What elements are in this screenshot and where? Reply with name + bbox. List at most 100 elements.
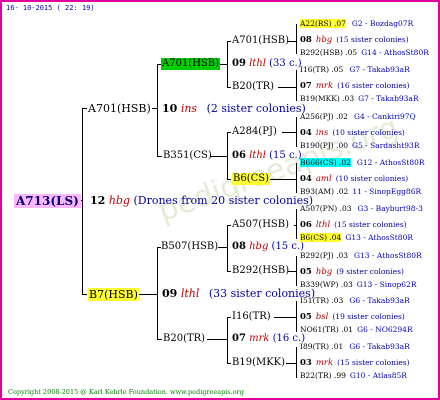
connector bbox=[227, 87, 231, 88]
gen4-drone-num: 05 bbox=[300, 312, 312, 322]
gen2-b-note: (15 c.) bbox=[269, 150, 302, 161]
gen3-queen[interactable]: B19(MKK) bbox=[232, 358, 285, 368]
gen3-queen[interactable]: B6(CS) bbox=[232, 173, 271, 185]
gen4-queen-code: G4 - Cankiri97Q bbox=[353, 112, 416, 121]
gen1-upper-queen[interactable]: A701(HSB) bbox=[88, 103, 151, 114]
gen4-queen-line[interactable]: B666(CS) .02 G12 - AthosSt80R bbox=[300, 158, 425, 167]
gen3-queen[interactable]: B20(TR) bbox=[232, 82, 274, 92]
gen4-queen[interactable]: A256(PJ) .02 bbox=[300, 112, 348, 121]
gen4-queen-line[interactable]: B292(PJ) .03 G13 - AthosSt80R bbox=[300, 252, 422, 260]
gen4-father-line[interactable]: B190(PJ) .00 G5 - Sardasht93R bbox=[300, 142, 419, 150]
gen4-father-line[interactable]: B22(TR) .99 G10 - Atlas85R bbox=[300, 372, 407, 380]
gen4-drone-line: 07 mrk (16 sister colonies) bbox=[300, 82, 410, 91]
connector bbox=[278, 87, 297, 88]
gen4-queen-code: G7 - Takab93aR bbox=[349, 65, 410, 74]
connector bbox=[296, 163, 297, 193]
gen3-queen[interactable]: A284(PJ) bbox=[232, 127, 277, 137]
gen4-queen-code: G2 - Bozdag07R bbox=[351, 19, 414, 28]
gen4-queen-line[interactable]: I16(TR) .05 G7 - Takab93aR bbox=[300, 66, 410, 74]
gen2-b-num: 06 bbox=[232, 150, 246, 161]
gen4-father-line[interactable]: B93(AM) .02 11 - SinopEgg86R bbox=[300, 188, 421, 196]
gen4-drone-line: 05 hbg (9 sister colonies) bbox=[300, 268, 404, 277]
gen1-lower-num: 09 bbox=[162, 287, 178, 300]
gen4-father[interactable]: B22(TR) .99 bbox=[300, 371, 346, 380]
gen4-father[interactable]: B292(HSB) .05 bbox=[300, 48, 357, 57]
gen1-lower-queen[interactable]: B7(HSB) bbox=[88, 288, 139, 301]
gen3-queen[interactable]: B292(HSB) bbox=[232, 266, 289, 276]
gen4-queen[interactable]: A507(PN) .03 bbox=[300, 204, 352, 213]
gen2-d-queen[interactable]: B20(TR) bbox=[163, 334, 205, 344]
connector bbox=[288, 271, 297, 272]
root-drone-info: 12 hbg (Drones from 20 sister colonies) bbox=[90, 195, 313, 206]
gen4-drone-line: 05 bsl (19 sister colonies) bbox=[300, 313, 405, 322]
gen4-queen-line[interactable]: I89(TR) .01 G6 - Takab93aR bbox=[300, 343, 410, 351]
date-stamp: 16- 10-2015 ( 22: 19) bbox=[6, 4, 95, 12]
gen4-drone-note: (15 sister colonies) bbox=[337, 358, 410, 367]
connector bbox=[82, 108, 87, 109]
gen4-queen-line[interactable]: A256(PJ) .02 G4 - Cankiri97Q bbox=[300, 113, 416, 121]
connector bbox=[227, 225, 231, 226]
gen4-father-code: G6 - NO6294R bbox=[357, 325, 413, 334]
gen4-drone-num: 07 bbox=[300, 81, 312, 91]
gen4-father[interactable]: B190(PJ) .00 bbox=[300, 141, 348, 150]
gen3-queen[interactable]: A701(HSB) bbox=[232, 36, 289, 46]
gen4-queen-code: G12 - AthosSt80R bbox=[356, 158, 425, 167]
gen4-queen-line[interactable]: I51(TR) .03 G6 - Takab93aR bbox=[300, 297, 410, 305]
gen4-father[interactable]: B6(CS) .04 bbox=[300, 233, 342, 242]
gen4-father[interactable]: NO61(TR) .01 bbox=[300, 325, 353, 334]
gen4-father-line[interactable]: NO61(TR) .01 G6 - NO6294R bbox=[300, 326, 413, 334]
gen4-queen-line[interactable]: A507(PN) .03 G3 - Bayburt98-3 bbox=[300, 205, 423, 213]
gen4-father-line[interactable]: B292(HSB) .05 G14 - AthosSt80R bbox=[300, 49, 429, 57]
gen4-queen-line[interactable]: A22(RS) .07 G2 - Bozdag07R bbox=[300, 19, 414, 28]
gen4-drone-note: (9 sister colonies) bbox=[336, 267, 404, 276]
connector bbox=[296, 209, 297, 239]
gen4-queen-code: G6 - Takab93aR bbox=[349, 342, 410, 351]
gen4-drone-rel: mrk bbox=[315, 358, 334, 368]
gen4-drone-num: 04 bbox=[300, 174, 312, 184]
connector bbox=[288, 41, 297, 42]
root-note: (Drones from 20 sister colonies) bbox=[133, 194, 314, 207]
gen4-drone-rel: aml bbox=[315, 174, 332, 184]
gen2-c-rel: hbg bbox=[249, 241, 269, 252]
gen4-queen-code: G3 - Bayburt98-3 bbox=[357, 204, 423, 213]
connector bbox=[227, 317, 228, 363]
gen4-father[interactable]: B339(WP) .03 bbox=[300, 280, 353, 289]
gen2-a-queen[interactable]: A701(HSB) bbox=[161, 58, 221, 70]
gen4-father-line[interactable]: B339(WP) .03 G13 - Sinop62R bbox=[300, 281, 416, 289]
connector bbox=[282, 132, 297, 133]
gen4-queen[interactable]: B666(CS) .02 bbox=[300, 158, 351, 167]
root-num: 12 bbox=[90, 194, 106, 207]
connector bbox=[139, 294, 158, 295]
gen4-queen[interactable]: I89(TR) .01 bbox=[300, 342, 343, 351]
root-queen[interactable]: A713(LS) bbox=[14, 194, 81, 208]
gen4-drone-rel: ins bbox=[315, 128, 329, 138]
gen4-drone-note: (19 sister colonies) bbox=[332, 312, 405, 321]
gen4-queen[interactable]: I51(TR) .03 bbox=[300, 296, 343, 305]
gen4-drone-note: (15 sister colonies) bbox=[336, 35, 409, 44]
gen2-b-queen[interactable]: B351(CS) bbox=[163, 151, 212, 161]
connector bbox=[296, 70, 297, 101]
connector bbox=[157, 247, 158, 339]
gen4-queen[interactable]: B292(PJ) .03 bbox=[300, 251, 348, 260]
gen4-father-line[interactable]: B6(CS) .04 G13 - AthosSt80R bbox=[300, 233, 413, 242]
connector bbox=[82, 294, 87, 295]
gen4-drone-rel: mrk bbox=[315, 81, 334, 91]
gen4-father-code: G13 - Sinop62R bbox=[356, 280, 417, 289]
gen1-lower-rel: lthl bbox=[180, 287, 200, 300]
gen4-father-line[interactable]: B19(MKK) .03 G7 - Takab93aR bbox=[300, 95, 419, 103]
gen4-queen[interactable]: I16(TR) .05 bbox=[300, 65, 343, 74]
gen4-drone-num: 05 bbox=[300, 267, 312, 277]
gen2-c-queen[interactable]: B507(HSB) bbox=[161, 242, 218, 252]
gen4-queen[interactable]: A22(RS) .07 bbox=[300, 19, 346, 28]
gen1-upper-note: (2 sister colonies) bbox=[206, 102, 306, 115]
gen1-upper-info: 10 ins (2 sister colonies) bbox=[162, 103, 306, 114]
gen4-drone-line: 06 lthl (15 sister colonies) bbox=[300, 221, 407, 230]
gen4-father[interactable]: B93(AM) .02 bbox=[300, 187, 348, 196]
connector bbox=[227, 179, 231, 180]
gen4-father[interactable]: B19(MKK) .03 bbox=[300, 94, 354, 103]
gen3-queen[interactable]: I16(TR) bbox=[232, 312, 271, 322]
gen4-drone-num: 06 bbox=[300, 220, 312, 230]
connector bbox=[157, 64, 158, 156]
gen4-drone-num: 04 bbox=[300, 128, 312, 138]
gen3-queen[interactable]: A507(HSB) bbox=[232, 220, 289, 230]
